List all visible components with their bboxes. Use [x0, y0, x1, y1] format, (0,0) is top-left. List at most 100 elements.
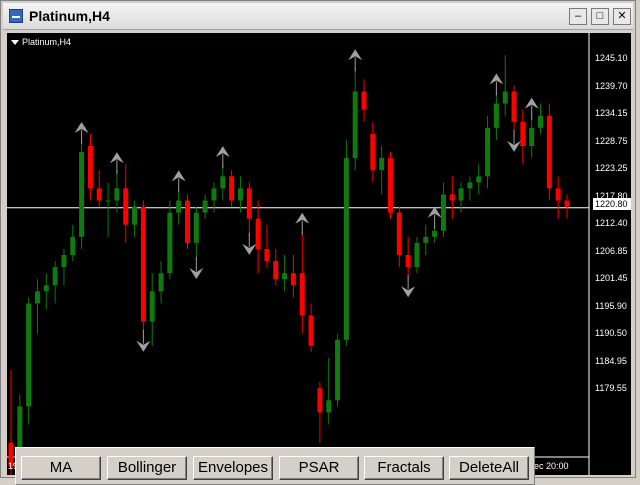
candle-body [538, 115, 544, 128]
current-price-label: 1220.80 [593, 198, 631, 210]
fractal-down-arrow [189, 257, 204, 280]
dropdown-triangle-icon [11, 40, 19, 46]
candle-body [202, 200, 208, 213]
fractal-up-arrow [109, 152, 124, 175]
indicator-button-panel: MA Bollinger Envelopes PSAR Fractals Del… [15, 447, 535, 485]
price-tick-label: 1206.85 [595, 245, 628, 256]
candle-body [529, 127, 535, 146]
candle-body [246, 188, 252, 219]
candle-body [96, 188, 102, 201]
price-tick-label: 1239.70 [595, 80, 628, 91]
candle-body [370, 133, 376, 171]
fractal-up-arrow [171, 170, 186, 193]
chart-symbol-text: Platinum,H4 [22, 37, 72, 47]
candle-body [229, 176, 235, 201]
app-icon [9, 9, 23, 23]
candle-body [158, 273, 164, 292]
price-tick-label: 1195.90 [595, 300, 627, 311]
minimize-icon[interactable]: – [569, 8, 587, 25]
window-title: Platinum,H4 [29, 8, 110, 24]
close-icon[interactable]: ✕ [613, 8, 631, 25]
candle-body [255, 218, 261, 249]
fractal-down-arrow [136, 329, 151, 352]
fractal-up-arrow [524, 97, 539, 120]
psar-button[interactable]: PSAR [279, 456, 359, 480]
candle-body [546, 115, 552, 189]
envelopes-button[interactable]: Envelopes [193, 456, 273, 480]
price-tick-label: 1245.10 [595, 53, 628, 63]
fractal-up-arrow [74, 121, 89, 144]
candle-body [449, 194, 455, 201]
candle-body [467, 182, 473, 189]
chart-symbol-label[interactable]: Platinum,H4 [11, 37, 71, 47]
candle-body [193, 212, 199, 243]
candle-body [502, 91, 508, 104]
candle-body [290, 273, 296, 286]
price-tick-label: 1223.25 [595, 163, 628, 173]
price-tick-label: 1201.45 [595, 273, 628, 283]
candle-body [564, 200, 570, 207]
candle-body [167, 212, 173, 274]
candle-body [282, 273, 288, 280]
candle-body [273, 261, 279, 280]
title-bar[interactable]: Platinum,H4 – □ ✕ [3, 3, 633, 30]
candle-body [405, 255, 411, 268]
maximize-icon[interactable]: □ [591, 8, 609, 25]
candle-body [387, 158, 393, 213]
candle-body [176, 200, 182, 213]
fractal-down-arrow [507, 129, 522, 152]
candle-body [52, 267, 58, 286]
candle-body [237, 188, 243, 201]
candlestick-chart [7, 33, 590, 475]
ma-button[interactable]: MA [21, 456, 101, 480]
fractal-up-arrow [348, 49, 363, 72]
candle-body [493, 103, 499, 128]
fractal-down-arrow [401, 275, 416, 298]
candle-body [123, 188, 129, 225]
candle-body [132, 206, 138, 225]
candle-body [476, 176, 482, 183]
candle-body [520, 121, 526, 146]
fractal-up-arrow [489, 73, 504, 96]
fractal-down-arrow [242, 232, 257, 255]
candle-body [211, 188, 217, 201]
candle-body [326, 400, 332, 413]
chart-area[interactable]: Platinum,H4 1245.10 1239.70 1234.15 1228.75… [7, 33, 631, 485]
candle-body [414, 242, 420, 268]
candle-body [511, 91, 517, 122]
fractal-up-arrow [427, 206, 442, 229]
price-tick-label: 1184.95 [595, 355, 627, 366]
candle-body [79, 152, 85, 237]
candle-body [458, 188, 464, 201]
candle-body [185, 200, 191, 243]
candle-body [335, 339, 341, 401]
fractal-up-arrow [215, 146, 230, 169]
candle-body [149, 291, 155, 322]
candle-body [114, 188, 120, 201]
candle-body [396, 212, 402, 255]
fractal-up-arrow [295, 212, 310, 235]
app-window: Platinum,H4 – □ ✕ Platinum,H4 1245.10 123… [0, 0, 636, 485]
candle-body [61, 255, 67, 268]
bollinger-button[interactable]: Bollinger [107, 456, 187, 480]
candle-body [317, 388, 323, 413]
candle-body [26, 303, 32, 407]
candle-body [105, 200, 111, 202]
candle-body [220, 176, 226, 189]
candle-body [352, 91, 358, 159]
candle-body [379, 158, 385, 171]
price-tick-label: 1179.55 [595, 383, 627, 393]
price-tick-label: 1234.15 [595, 108, 628, 118]
candle-body [299, 273, 305, 316]
candle-body [343, 158, 349, 340]
candle-body [361, 91, 367, 110]
delete-all-button[interactable]: DeleteAll [449, 456, 529, 480]
price-tick-label: 1190.50 [595, 328, 627, 338]
candle-body [34, 291, 40, 304]
price-tick-label: 1228.75 [595, 135, 628, 146]
candle-body [264, 248, 270, 262]
candle-body [70, 236, 76, 255]
candle-body [423, 236, 429, 243]
fractals-button[interactable]: Fractals [364, 456, 444, 480]
candle-body [440, 194, 446, 231]
